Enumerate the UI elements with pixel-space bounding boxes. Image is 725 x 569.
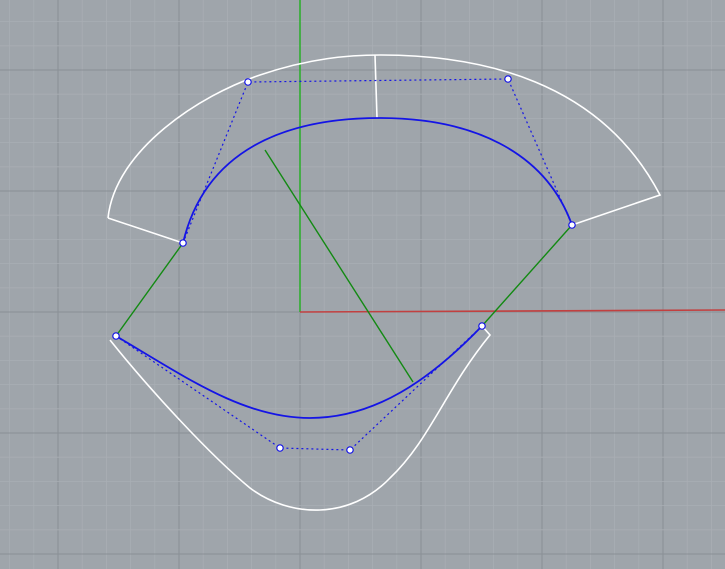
bottom-control-point-2[interactable] — [276, 444, 284, 452]
viewport-canvas[interactable] — [0, 0, 725, 569]
top-control-point-4[interactable] — [568, 221, 576, 229]
bottom-control-point-1[interactable] — [112, 332, 120, 340]
modeling-viewport[interactable] — [0, 0, 725, 569]
top-control-point-1[interactable] — [179, 239, 187, 247]
viewport-background — [0, 0, 725, 569]
bottom-control-point-3[interactable] — [346, 446, 354, 454]
top-control-point-3[interactable] — [504, 75, 512, 83]
bottom-control-point-4[interactable] — [478, 322, 486, 330]
top-control-point-2[interactable] — [244, 78, 252, 86]
